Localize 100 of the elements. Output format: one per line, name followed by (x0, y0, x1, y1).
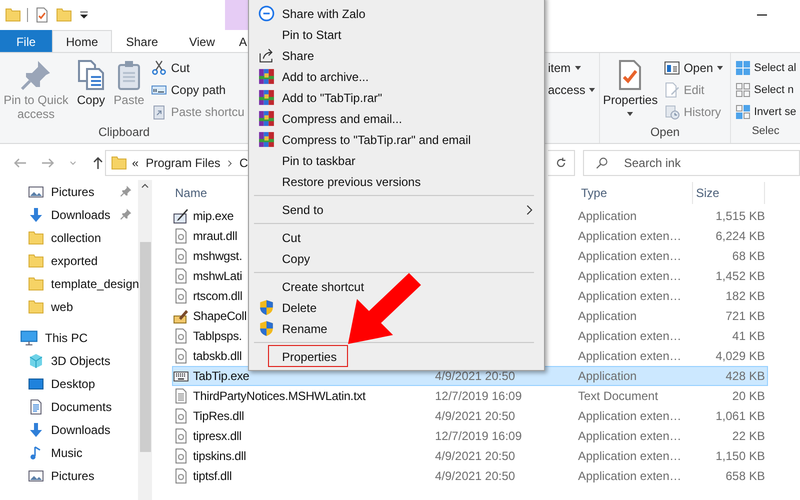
group-label: Clipboard (98, 125, 150, 141)
file-name: tipresx.dll (193, 429, 242, 443)
ribbon-button[interactable]: Select n (732, 79, 800, 101)
cube-icon (28, 352, 44, 368)
nav-item[interactable]: This PC (0, 326, 138, 349)
type-cell-text: Application (578, 309, 638, 323)
ribbon-button[interactable]: Cut (148, 57, 248, 79)
books-icon (258, 68, 275, 85)
grid-icon (735, 82, 751, 98)
nav-item[interactable]: Documents (0, 395, 138, 418)
type-cell-text: Application exten… (578, 429, 682, 443)
picture-icon (28, 184, 44, 200)
size-cell-text: 4,029 KB (714, 349, 765, 363)
desktop-icon (28, 376, 44, 392)
customize-icon[interactable] (78, 9, 90, 21)
menu-item[interactable]: Cut (249, 227, 544, 248)
tab-group-header (225, 0, 248, 30)
menu-item[interactable]: Copy (249, 248, 544, 269)
menu-item[interactable]: Delete (249, 297, 544, 318)
type-cell-text: Application exten… (578, 289, 682, 303)
nav-item[interactable]: Desktop (0, 372, 138, 395)
refresh-button[interactable] (548, 150, 575, 176)
ribbon-button[interactable]: Select al (732, 57, 800, 79)
nav-item[interactable]: 3D Objects (0, 349, 138, 372)
download-icon (28, 206, 44, 222)
ribbon-button[interactable]: Invert se (732, 101, 800, 123)
menu-item[interactable]: Properties (249, 346, 544, 367)
size-cell-text: 20 KB (731, 389, 765, 403)
search-field[interactable]: Search ink (583, 150, 800, 176)
ribbon-button[interactable]: access (545, 79, 598, 101)
menu-item[interactable]: Add to "TabTip.rar" (249, 87, 544, 108)
nav-item[interactable]: Downloads (0, 203, 138, 226)
menu-item[interactable]: Share with Zalo (249, 3, 544, 24)
menu-item[interactable]: Add to archive... (249, 66, 544, 87)
menu-item[interactable]: Pin to Start (249, 24, 544, 45)
folder-icon (28, 230, 44, 246)
menu-item[interactable]: Restore previous versions (249, 171, 544, 192)
address-field[interactable]: « Program Files C (105, 150, 248, 176)
pen-file-icon (173, 308, 189, 324)
menu-item[interactable]: Send to (249, 199, 544, 220)
file-name: mshwLati (193, 269, 242, 283)
ribbon-button[interactable]: Copy (72, 57, 110, 125)
pen-file-icon (173, 208, 189, 224)
nav-item[interactable]: template_design (0, 272, 138, 295)
column-header[interactable]: Size (693, 182, 765, 204)
document-icon (28, 398, 44, 414)
computer-icon (20, 328, 38, 346)
folder-icon (111, 155, 127, 171)
menu-item[interactable]: Rename (249, 318, 544, 339)
breadcrumb[interactable]: C (237, 156, 250, 170)
properties-icon[interactable] (34, 7, 50, 23)
shield-icon (258, 320, 275, 337)
ribbon-button[interactable]: Properties (600, 57, 661, 125)
size-cell-text: 68 KB (731, 249, 765, 263)
type-cell-text: Application (578, 209, 638, 223)
size-cell-text: 1,452 KB (714, 269, 765, 283)
window-icon (664, 60, 680, 76)
nav-item[interactable]: Music (0, 441, 138, 464)
edit-icon (664, 82, 680, 98)
ribbon-tab[interactable]: Home (52, 30, 112, 52)
nav-item[interactable]: collection (0, 226, 138, 249)
file-name: mshwgst. (193, 249, 242, 263)
menu-item[interactable]: Pin to taskbar (249, 150, 544, 171)
menu-item[interactable]: Compress to "TabTip.rar" and email (249, 129, 544, 150)
nav-item[interactable]: Downloads (0, 418, 138, 441)
file-name: rtscom.dll (193, 289, 242, 303)
pin-icon (120, 208, 132, 220)
menu-item[interactable]: Share (249, 45, 544, 66)
search-icon (595, 156, 609, 170)
type-cell-text: Text Document (578, 389, 660, 403)
date-cell-text: 12/7/2019 16:09 (435, 389, 523, 403)
nav-item[interactable]: Pictures (0, 180, 138, 203)
scrollbar-thumb[interactable] (140, 242, 150, 452)
settings-file-icon (173, 348, 189, 364)
folder-icon[interactable] (5, 7, 21, 23)
overflow-button[interactable]: « (130, 156, 141, 170)
column-header[interactable]: Type (578, 182, 693, 204)
ribbon-button[interactable]: item (545, 57, 598, 79)
nav-item[interactable]: Pictures (0, 464, 138, 487)
ribbon-button[interactable]: Open (660, 57, 726, 79)
file-name: tiptsf.dll (193, 469, 232, 483)
nav-item[interactable]: exported (0, 249, 138, 272)
size-cell-text: 182 KB (724, 289, 765, 303)
menu-item[interactable]: Compress and email... (249, 108, 544, 129)
breadcrumb[interactable]: Program Files (144, 156, 222, 170)
size-cell-text: 1,515 KB (714, 209, 765, 223)
ribbon-button[interactable]: Copy path (148, 79, 248, 101)
nav-item[interactable]: web (0, 295, 138, 318)
menu-item[interactable]: Create shortcut (249, 276, 544, 297)
history-icon (664, 104, 680, 120)
type-cell-text: Application (578, 369, 638, 383)
settings-file-icon (173, 428, 189, 444)
copy-icon (75, 59, 107, 91)
size-cell-text: 1,061 KB (714, 409, 765, 423)
type-cell-text: Application exten… (578, 249, 682, 263)
folder-icon[interactable] (56, 7, 72, 23)
pin-icon (20, 59, 52, 91)
scrollbar[interactable] (138, 180, 152, 500)
ribbon-tab[interactable]: File (0, 30, 52, 52)
settings-file-icon (173, 408, 189, 424)
